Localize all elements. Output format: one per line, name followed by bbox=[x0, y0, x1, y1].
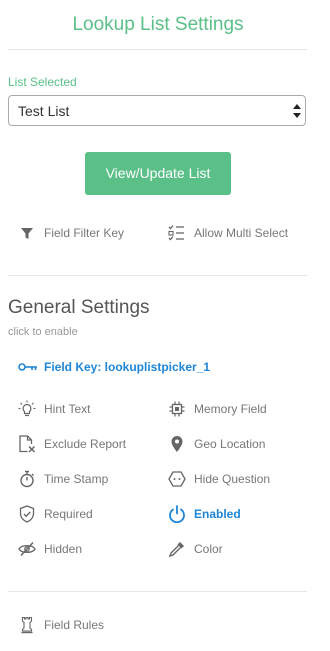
divider bbox=[8, 275, 307, 276]
chip-icon bbox=[169, 401, 185, 417]
hint-text-label: Hint Text bbox=[44, 402, 91, 416]
chess-rook-icon bbox=[21, 616, 33, 634]
enabled-label: Enabled bbox=[194, 507, 241, 521]
color-label: Color bbox=[194, 542, 223, 556]
eye-slash-icon bbox=[18, 541, 36, 557]
geo-location-label: Geo Location bbox=[194, 437, 266, 451]
field-filter-key-label: Field Filter Key bbox=[44, 226, 125, 240]
general-settings-hint: click to enable bbox=[8, 326, 78, 338]
checklist-icon bbox=[168, 225, 184, 241]
map-pin-icon bbox=[171, 436, 183, 452]
stopwatch-icon bbox=[20, 470, 34, 488]
list-selected-label: List Selected bbox=[8, 75, 77, 89]
filter-icon bbox=[21, 228, 33, 239]
memory-field-label: Memory Field bbox=[194, 402, 267, 416]
divider bbox=[8, 591, 307, 592]
view-update-list-button[interactable]: View/Update List bbox=[85, 152, 231, 195]
lookup-list-settings-panel: Lookup List Settings List Selected Test … bbox=[0, 0, 330, 651]
key-icon bbox=[18, 363, 37, 371]
select-arrows-icon bbox=[293, 104, 301, 118]
hidden-label: Hidden bbox=[44, 542, 83, 556]
divider bbox=[8, 49, 307, 50]
required-label: Required bbox=[44, 507, 93, 521]
hide-question-icon bbox=[168, 471, 186, 487]
field-key-label: Field Key: lookuplistpicker_1 bbox=[44, 360, 211, 374]
field-rules-label: Field Rules bbox=[44, 618, 105, 632]
shield-check-icon bbox=[19, 505, 35, 523]
power-icon bbox=[169, 505, 185, 523]
hide-question-label: Hide Question bbox=[194, 472, 271, 486]
exclude-file-icon bbox=[19, 435, 36, 453]
time-stamp-label: Time Stamp bbox=[44, 472, 109, 486]
list-select-value: Test List bbox=[18, 103, 70, 119]
eyedropper-icon bbox=[168, 542, 184, 558]
allow-multi-select-label: Allow Multi Select bbox=[194, 226, 289, 240]
exclude-report-label: Exclude Report bbox=[44, 437, 127, 451]
page-title: Lookup List Settings bbox=[72, 14, 244, 35]
general-settings-title: General Settings bbox=[8, 297, 150, 318]
lightbulb-icon bbox=[18, 400, 36, 417]
list-select[interactable]: Test List bbox=[8, 95, 306, 126]
